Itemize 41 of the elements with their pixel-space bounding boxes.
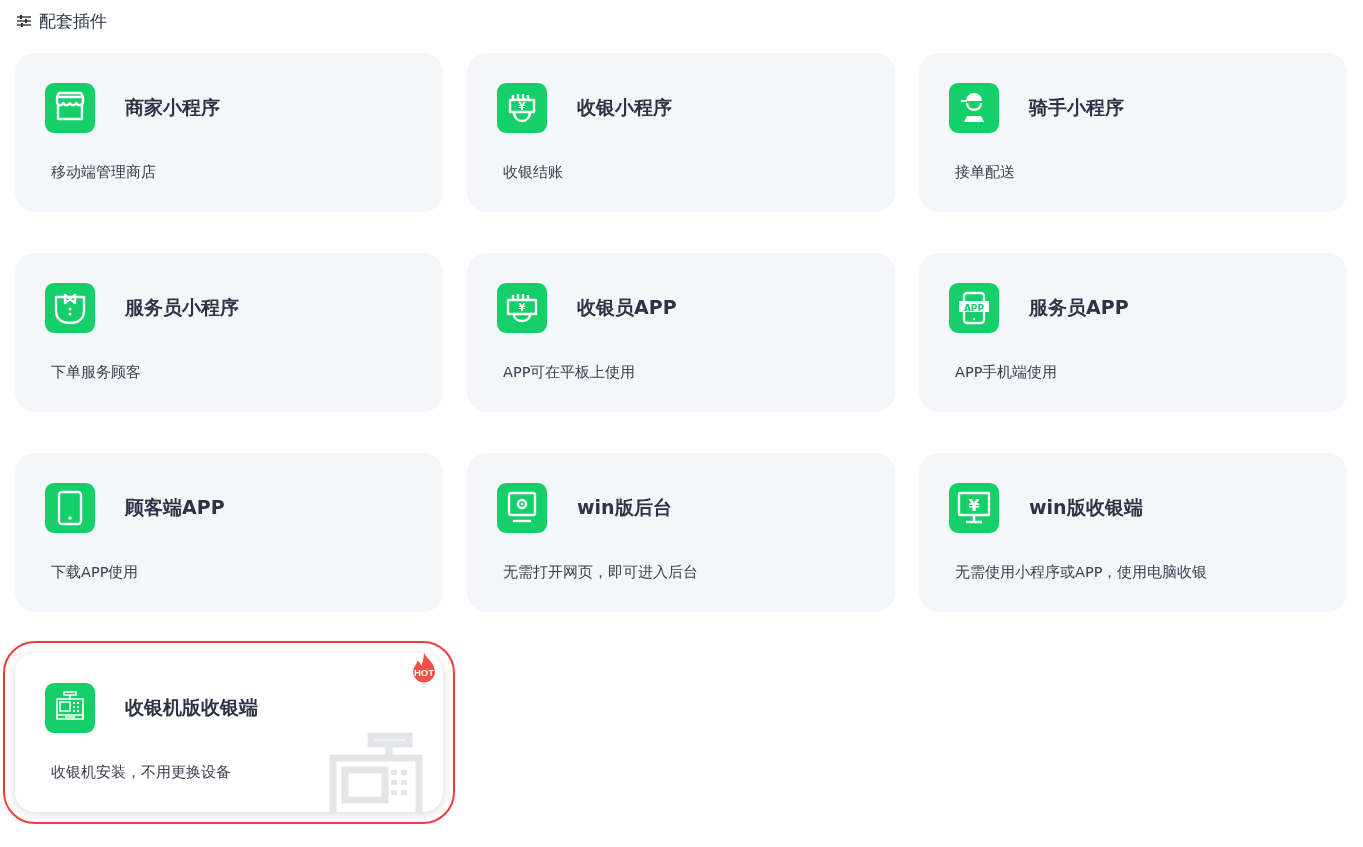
app-icon	[45, 683, 95, 733]
app-icon: ¥	[949, 483, 999, 533]
app-icon	[45, 83, 95, 133]
plugin-card[interactable]: ¥ 收银小程序 收银结账	[467, 53, 895, 212]
app-icon	[949, 83, 999, 133]
plugin-card[interactable]: 服务员小程序 下单服务顾客	[15, 253, 443, 412]
app-icon	[45, 483, 95, 533]
app-icon: ¥	[497, 83, 547, 133]
app-icon: ¥	[497, 283, 547, 333]
plugin-title: 顾客端APP	[125, 495, 225, 520]
plugin-title: 服务员小程序	[125, 295, 239, 320]
plugin-title: 服务员APP	[1029, 295, 1129, 320]
plugin-card[interactable]: ¥ win版收银端 无需使用小程序或APP，使用电脑收银	[919, 453, 1347, 612]
app-icon: APP	[949, 283, 999, 333]
app-icon	[497, 483, 547, 533]
settings-icon	[17, 15, 31, 27]
plugin-title: win版收银端	[1029, 495, 1143, 520]
plugin-description: APP可在平板上使用	[503, 363, 636, 382]
plugin-title: 收银员APP	[577, 295, 677, 320]
plugin-card[interactable]: 骑手小程序 接单配送	[919, 53, 1347, 212]
plugin-description: 下单服务顾客	[51, 363, 141, 382]
plugin-description: 移动端管理商店	[51, 163, 156, 182]
plugin-title: 商家小程序	[125, 95, 220, 120]
plugin-description: 收银结账	[503, 163, 563, 182]
plugin-description: 无需使用小程序或APP，使用电脑收银	[955, 563, 1208, 582]
plugin-card[interactable]: 顾客端APP 下载APP使用	[15, 453, 443, 612]
plugin-card[interactable]: 商家小程序 移动端管理商店	[15, 53, 443, 212]
plugin-card[interactable]: win版后台 无需打开网页，即可进入后台	[467, 453, 895, 612]
section-title: 配套插件	[39, 9, 107, 33]
plugin-card[interactable]: ¥ 收银员APP APP可在平板上使用	[467, 253, 895, 412]
plugin-title: win版后台	[577, 495, 672, 520]
plugin-description: 收银机安装，不用更换设备	[51, 763, 231, 782]
app-icon	[45, 283, 95, 333]
plugin-description: 下载APP使用	[51, 563, 139, 582]
plugin-title: 骑手小程序	[1029, 95, 1124, 120]
plugin-description: 接单配送	[955, 163, 1015, 182]
plugin-description: APP手机端使用	[955, 363, 1058, 382]
plugin-description: 无需打开网页，即可进入后台	[503, 563, 698, 582]
plugin-title: 收银机版收银端	[125, 695, 258, 720]
plugin-title: 收银小程序	[577, 95, 672, 120]
plugin-card[interactable]: APP 服务员APP APP手机端使用	[919, 253, 1347, 412]
